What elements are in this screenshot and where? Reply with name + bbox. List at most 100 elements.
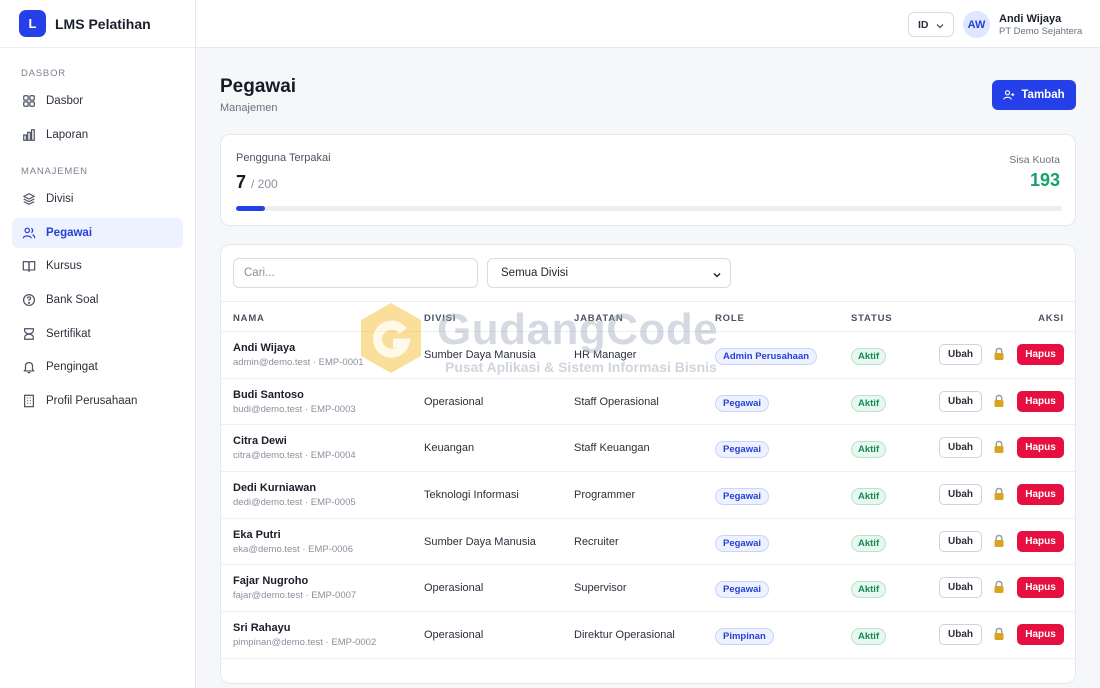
quota-card: Pengguna Terpakai 7 / 200 Sisa Kuota 193 — [220, 134, 1076, 226]
quota-used-value: 7 — [236, 172, 247, 192]
table-row: Budi Santoso budi@demo.test · EMP-0003 Ope… — [221, 379, 1075, 426]
table-row: Andi Wijaya admin@demo.test · EMP-0001 Sum… — [221, 332, 1075, 379]
sidebar-nav: DASBOR Dasbor Laporan MANAJEMEN Divisi P… — [0, 48, 195, 416]
brand-name: LMS Pelatihan — [55, 15, 151, 32]
role-badge: Pegawai — [715, 534, 770, 552]
bar-chart-icon — [23, 128, 35, 141]
sidebar-item-label: Profil Perusahaan — [46, 394, 138, 407]
edit-button[interactable]: Ubah — [939, 484, 982, 506]
employee-email-id: budi@demo.test · EMP-0003 — [233, 403, 356, 415]
status-badge: Aktif — [851, 628, 887, 646]
lock-icon — [994, 627, 1004, 641]
quota-progress-fill — [236, 206, 265, 211]
employee-division: Sumber Daya Manusia — [424, 349, 536, 361]
search-input[interactable] — [233, 258, 478, 288]
sidebar: L LMS Pelatihan DASBOR Dasbor Laporan MA… — [0, 0, 196, 688]
grid-icon — [23, 95, 35, 107]
add-employee-label: Tambah — [1021, 89, 1065, 101]
employee-position: Staff Operasional — [574, 395, 659, 408]
chevron-down-icon — [936, 24, 944, 29]
edit-button[interactable]: Ubah — [939, 624, 982, 646]
quota-progress-bar — [236, 206, 1062, 211]
sidebar-item-dasbor[interactable]: Dasbor — [12, 86, 183, 116]
delete-button[interactable]: Hapus — [1017, 344, 1064, 365]
column-header-role: ROLE — [715, 313, 745, 324]
employee-division: Operasional — [424, 395, 484, 408]
employee-division: Operasional — [424, 629, 484, 642]
employee-name: Dedi Kurniawan — [233, 482, 317, 495]
quota-used-label: Pengguna Terpakai — [236, 152, 331, 164]
language-select[interactable]: ID — [908, 12, 954, 37]
table-row: Dedi Kurniawan dedi@demo.test · EMP-0005 T… — [221, 472, 1075, 519]
nav-section-dasbor: DASBOR — [21, 68, 66, 79]
avatar[interactable]: AW — [963, 11, 990, 38]
employee-email-id: admin@demo.test · EMP-0001 — [233, 357, 364, 368]
table-row: Sri Rahayu pimpinan@demo.test · EMP-0002 O… — [221, 612, 1075, 659]
employee-email-id: pimpinan@demo.test · EMP-0002 — [233, 637, 377, 649]
table-row: Fajar Nugroho fajar@demo.test · EMP-0007 O… — [221, 565, 1075, 613]
division-filter-value: Semua Divisi — [501, 267, 569, 279]
sidebar-item-label: Pegawai — [46, 226, 93, 239]
delete-button[interactable]: Hapus — [1017, 530, 1064, 552]
employee-position: Direktur Operasional — [574, 629, 675, 642]
nav-section-manajemen: MANAJEMEN — [21, 166, 88, 178]
column-header-name: NAMA — [233, 313, 265, 324]
table-row: Eka Putri eka@demo.test · EMP-0006 Sumber … — [221, 519, 1075, 566]
column-header-status: STATUS — [851, 313, 893, 324]
role-badge: Pegawai — [715, 488, 770, 506]
edit-button[interactable]: Ubah — [939, 577, 982, 599]
sidebar-item-sertifikat[interactable]: Sertifikat — [12, 319, 183, 349]
user-name[interactable]: Andi Wijaya — [999, 13, 1061, 25]
delete-button[interactable]: Hapus — [1017, 624, 1064, 646]
delete-button[interactable]: Hapus — [1017, 577, 1064, 599]
sidebar-item-label: Kursus — [46, 260, 82, 273]
lock-icon — [994, 534, 1004, 547]
sidebar-item-label: Sertifikat — [46, 327, 91, 340]
delete-button[interactable]: Hapus — [1017, 437, 1064, 459]
edit-button[interactable]: Ubah — [939, 390, 982, 412]
role-badge: Pimpinan — [715, 628, 774, 646]
role-badge: Pegawai — [715, 581, 770, 599]
employee-name: Citra Dewi — [233, 435, 287, 448]
sidebar-item-kursus[interactable]: Kursus — [12, 251, 183, 281]
table-row: Citra Dewi citra@demo.test · EMP-0004 Keua… — [221, 425, 1075, 473]
status-badge: Aktif — [851, 441, 887, 459]
employee-division: Teknologi Informasi — [424, 489, 519, 502]
sidebar-item-label: Pengingat — [46, 361, 98, 374]
role-badge: Admin Perusahaan — [715, 348, 818, 365]
employee-name: Budi Santoso — [233, 388, 304, 401]
employee-position: HR Manager — [574, 349, 637, 361]
chevron-down-icon — [713, 272, 721, 278]
sidebar-item-laporan[interactable]: Laporan — [12, 120, 183, 150]
delete-button[interactable]: Hapus — [1017, 484, 1064, 506]
lock-icon — [994, 487, 1004, 501]
employee-position: Programmer — [574, 489, 636, 502]
edit-button[interactable]: Ubah — [939, 437, 982, 459]
edit-button[interactable]: Ubah — [939, 344, 982, 365]
employee-name: Fajar Nugroho — [233, 575, 309, 588]
lock-icon — [994, 347, 1004, 360]
column-header-position: JABATAN — [574, 313, 624, 324]
bell-icon — [23, 362, 35, 374]
sidebar-item-bank-soal[interactable]: Bank Soal — [12, 285, 183, 315]
sidebar-item-pengingat[interactable]: Pengingat — [12, 352, 183, 382]
employee-email-id: dedi@demo.test · EMP-0005 — [233, 497, 356, 509]
language-value: ID — [918, 18, 929, 31]
sidebar-item-pegawai[interactable]: Pegawai — [12, 217, 183, 248]
sidebar-item-label: Bank Soal — [46, 293, 99, 306]
lock-icon — [994, 581, 1004, 594]
building-icon — [24, 394, 34, 408]
sidebar-item-divisi[interactable]: Divisi — [12, 184, 183, 214]
employee-position: Recruiter — [574, 535, 619, 548]
topbar: ID AW Andi Wijaya PT Demo Sejahtera — [196, 0, 1100, 48]
edit-button[interactable]: Ubah — [939, 530, 982, 552]
employee-email-id: fajar@demo.test · EMP-0007 — [233, 590, 357, 602]
status-badge: Aktif — [851, 581, 887, 599]
division-filter-select[interactable]: Semua Divisi — [487, 258, 731, 288]
add-employee-button[interactable]: Tambah — [992, 80, 1076, 110]
sidebar-item-profil-perusahaan[interactable]: Profil Perusahaan — [12, 386, 183, 416]
brand[interactable]: L LMS Pelatihan — [0, 0, 195, 48]
user-plus-icon — [1003, 90, 1015, 100]
delete-button[interactable]: Hapus — [1017, 390, 1064, 412]
role-badge: Pegawai — [715, 441, 770, 459]
